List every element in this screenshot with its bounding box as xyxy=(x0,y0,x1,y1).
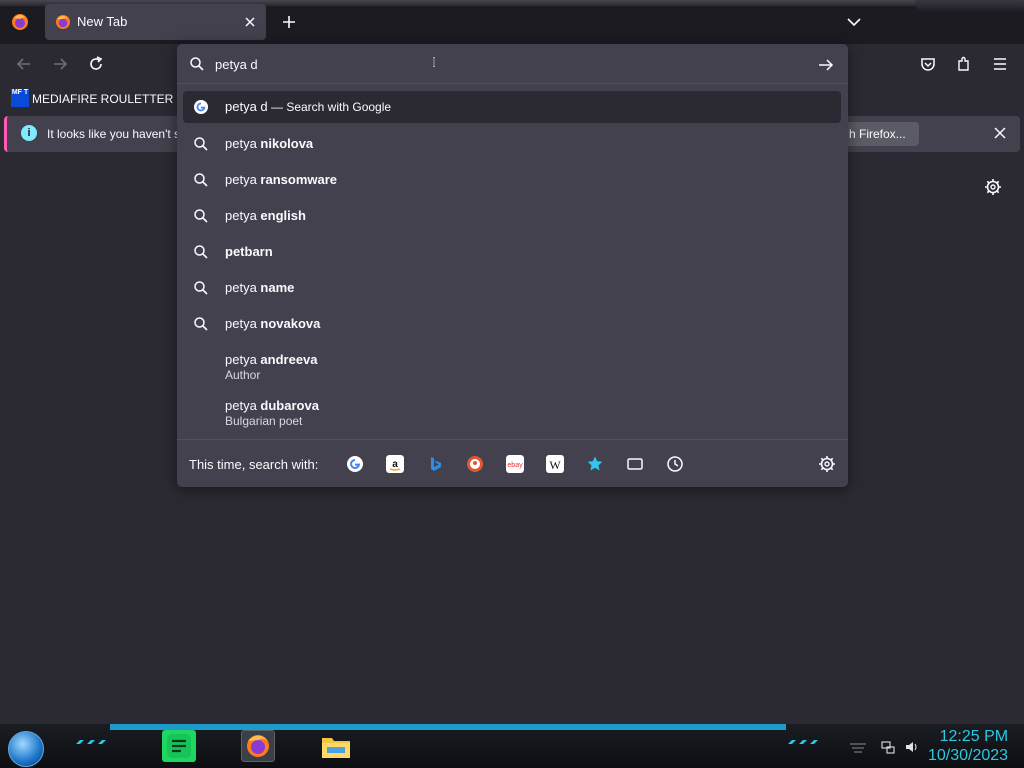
suggestion-item[interactable]: petya ransomware xyxy=(183,164,841,196)
mediafire-icon: MF T xyxy=(11,89,29,107)
tab-strip: New Tab xyxy=(0,0,1024,44)
close-notification-icon[interactable] xyxy=(992,125,1008,141)
text-cursor-icon xyxy=(433,57,435,67)
decorative-chevrons-icon xyxy=(76,740,106,744)
suggestion-text: petya ransomware xyxy=(225,172,338,187)
suggestion-item[interactable]: petya english xyxy=(183,200,841,232)
search-icon xyxy=(194,137,208,151)
forward-arrow-icon[interactable] xyxy=(51,55,69,73)
network-icon[interactable] xyxy=(881,740,895,754)
newtab-settings-gear-icon[interactable] xyxy=(984,178,1002,196)
suggestion-item[interactable]: petbarn xyxy=(183,236,841,268)
suggestion-item[interactable]: petya nikolova xyxy=(183,128,841,160)
search-icon xyxy=(190,57,204,71)
address-input[interactable]: petya d xyxy=(215,57,258,72)
divider xyxy=(177,83,848,84)
hamburger-menu-icon[interactable] xyxy=(991,55,1009,73)
suggestion-text: petya novakova xyxy=(225,316,321,331)
start-orb-icon[interactable] xyxy=(8,731,44,767)
suggestion-text: petya d — Search with Google xyxy=(225,99,392,114)
firefox-view-icon[interactable] xyxy=(11,13,29,31)
info-icon: i xyxy=(21,125,37,141)
extensions-icon[interactable] xyxy=(955,55,973,73)
tray-overflow-icon[interactable] xyxy=(848,740,868,754)
notification-message: It looks like you haven't s xyxy=(47,127,181,141)
clock-date: 10/30/2023 xyxy=(928,747,1009,764)
suggestion-item-rich[interactable]: petya andreeva Author xyxy=(183,346,841,386)
suggestion-description: Author xyxy=(225,368,261,382)
bing-icon[interactable] xyxy=(426,455,444,473)
google-icon[interactable] xyxy=(346,455,364,473)
tab-new-tab[interactable]: New Tab xyxy=(45,4,266,40)
clock-time: 12:25 PM xyxy=(939,728,1009,745)
search-icon xyxy=(194,281,208,295)
notification-action-button[interactable]: h Firefox... xyxy=(845,122,919,146)
history-icon[interactable] xyxy=(666,455,684,473)
system-clock[interactable]: 12:25 PM 10/30/2023 xyxy=(928,727,1008,765)
one-off-search-bar: This time, search with: a ebay W xyxy=(177,439,848,487)
suggestion-text: petya name xyxy=(225,280,295,295)
firefox-taskbar-icon[interactable] xyxy=(241,730,275,762)
svg-text:ebay: ebay xyxy=(507,462,523,469)
amazon-icon[interactable]: a xyxy=(386,455,404,473)
suggestion-item[interactable]: petya novakova xyxy=(183,308,841,340)
search-icon xyxy=(194,317,208,331)
bookmarks-icon[interactable] xyxy=(586,455,604,473)
svg-text:W: W xyxy=(549,458,561,472)
svg-text:a: a xyxy=(392,459,398,470)
google-icon xyxy=(194,100,208,114)
suggestion-item-rich[interactable]: petya dubarova Bulgarian poet xyxy=(183,392,841,432)
suggestion-text: petya nikolova xyxy=(225,136,314,151)
suggestion-text: petya andreeva xyxy=(225,352,318,367)
firefox-icon xyxy=(56,15,70,29)
reload-icon[interactable] xyxy=(87,55,105,73)
address-bar-dropdown: petya d petya d — Search with Google pet… xyxy=(177,44,848,487)
ebay-icon[interactable]: ebay xyxy=(506,455,524,473)
file-explorer-icon[interactable] xyxy=(319,730,353,762)
go-arrow-icon[interactable] xyxy=(817,56,835,74)
tabs-icon[interactable] xyxy=(626,455,644,473)
wikipedia-icon[interactable]: W xyxy=(546,455,564,473)
one-off-label: This time, search with: xyxy=(189,457,319,472)
back-arrow-icon[interactable] xyxy=(15,55,33,73)
search-icon xyxy=(194,245,208,259)
taskbar: 12:25 PM 10/30/2023 xyxy=(0,724,1024,768)
window-controls-frame xyxy=(915,0,1024,12)
taskbar-accent-band xyxy=(110,724,786,730)
suggestion-text: petbarn xyxy=(225,244,273,259)
search-settings-gear-icon[interactable] xyxy=(818,455,836,473)
search-icon xyxy=(194,173,208,187)
suggestion-item[interactable]: petya name xyxy=(183,272,841,304)
search-icon xyxy=(194,209,208,223)
notes-app-icon[interactable] xyxy=(162,730,196,762)
suggestion-text: petya english xyxy=(225,208,306,223)
pocket-icon[interactable] xyxy=(919,55,937,73)
suggestion-text: petya dubarova xyxy=(225,398,319,413)
new-tab-icon[interactable] xyxy=(280,13,298,31)
bookmark-mediafire-rouletter[interactable]: MEDIAFIRE ROULETTER xyxy=(32,92,173,106)
volume-icon[interactable] xyxy=(905,740,919,754)
duckduckgo-icon[interactable] xyxy=(466,455,484,473)
suggestion-description: Bulgarian poet xyxy=(225,414,303,428)
suggestion-google-search[interactable]: petya d — Search with Google xyxy=(183,91,841,123)
close-tab-icon[interactable] xyxy=(240,12,260,32)
decorative-chevrons-icon xyxy=(788,740,818,744)
chevron-down-icon[interactable] xyxy=(845,13,863,31)
tab-title: New Tab xyxy=(77,14,128,29)
